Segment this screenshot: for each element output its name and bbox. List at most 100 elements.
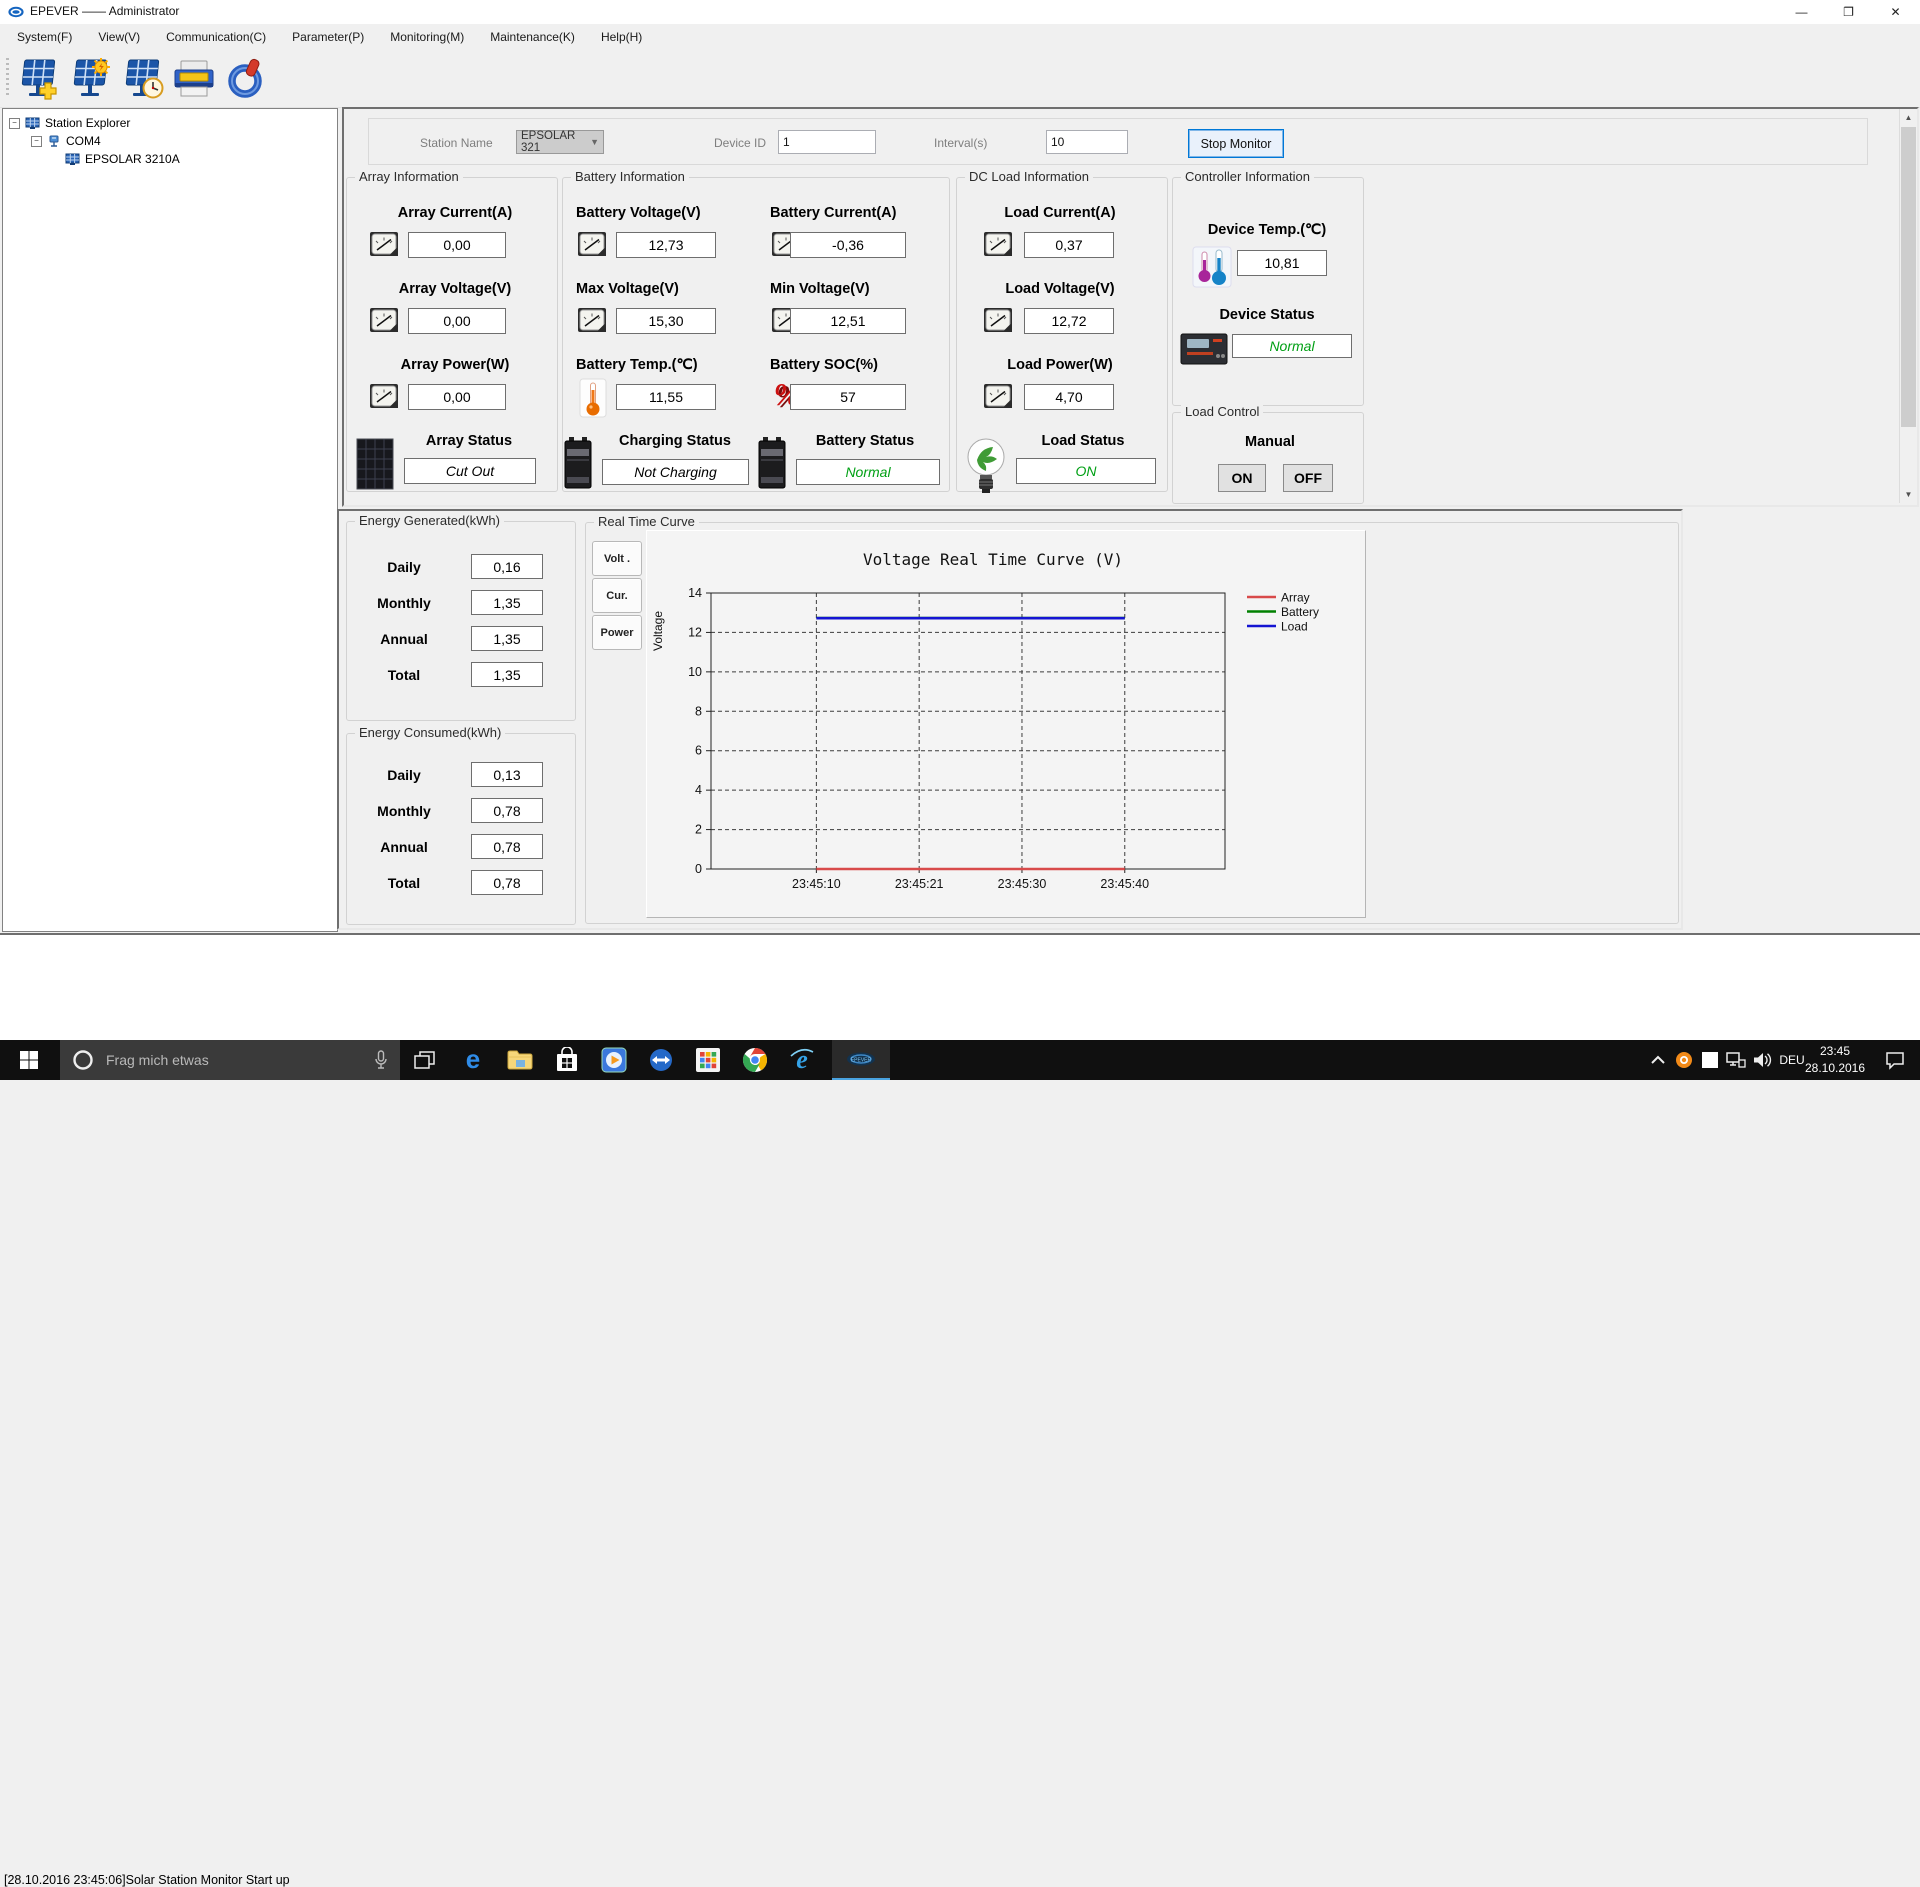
add-station-icon: [16, 58, 60, 100]
meter-icon: [368, 380, 400, 412]
start-button[interactable]: [0, 1040, 58, 1080]
power-button[interactable]: [220, 54, 272, 104]
svg-text:6: 6: [695, 744, 702, 758]
status-log-panel: [28.10.2016 23:45:06]Solar Station Monit…: [0, 933, 1920, 1887]
tray-app-white[interactable]: [1697, 1040, 1723, 1080]
search-input[interactable]: [104, 1051, 338, 1069]
menu-help[interactable]: Help(H): [588, 24, 655, 50]
taskbar-teamviewer[interactable]: [640, 1040, 682, 1080]
battery-voltage-value: 12,73: [616, 232, 716, 258]
load-voltage-value: 12,72: [1024, 308, 1114, 334]
printer-icon: [171, 59, 217, 99]
con-monthly-value: 0,78: [471, 798, 543, 823]
station-name-select[interactable]: EPSOLAR 321 ▼: [516, 130, 604, 154]
battery-soc-label: Battery SOC(%): [770, 357, 878, 373]
gen-annual-label: Annual: [380, 631, 428, 647]
tab-current[interactable]: Cur.: [592, 578, 642, 613]
load-current-value: 0,37: [1024, 232, 1114, 258]
battery-status-label: Battery Status: [815, 433, 915, 449]
taskbar-chrome[interactable]: [734, 1040, 776, 1080]
tree-label-epsolar[interactable]: EPSOLAR 3210A: [85, 152, 180, 166]
toolbar-gripper: [6, 58, 9, 98]
tab-power[interactable]: Power: [592, 615, 642, 650]
menu-view[interactable]: View(V): [85, 24, 153, 50]
tray-clock[interactable]: 23:45 28.10.2016: [1800, 1043, 1870, 1077]
taskbar-edge[interactable]: e: [452, 1040, 494, 1080]
collapse-icon[interactable]: −: [9, 117, 20, 129]
tray-volume[interactable]: [1749, 1040, 1775, 1080]
solar-panel-icon: [25, 117, 40, 130]
add-station-button[interactable]: [12, 54, 64, 104]
battery-icon: [756, 436, 788, 490]
svg-text:12: 12: [688, 625, 702, 639]
bulb-icon: [963, 436, 1009, 494]
tree-node-com4[interactable]: − COM4: [31, 133, 101, 149]
con-monthly-label: Monthly: [377, 803, 431, 819]
taskbar-search[interactable]: [60, 1040, 400, 1080]
print-button[interactable]: [168, 54, 220, 104]
controller-device-icon: [1180, 332, 1228, 366]
taskbar-media-player[interactable]: [593, 1040, 635, 1080]
taskbar-explorer[interactable]: [499, 1040, 541, 1080]
menu-parameter[interactable]: Parameter(P): [279, 24, 377, 50]
tray-date: 28.10.2016: [1804, 1061, 1866, 1075]
tray-time: 23:45: [1819, 1044, 1851, 1058]
action-center-button[interactable]: [1878, 1040, 1912, 1080]
tree-node-epsolar[interactable]: EPSOLAR 3210A: [65, 151, 180, 167]
scroll-up-icon[interactable]: ▲: [1900, 109, 1917, 126]
tray-app-orange[interactable]: [1671, 1040, 1697, 1080]
tree-label-com4[interactable]: COM4: [66, 134, 101, 148]
array-current-value: 0,00: [408, 232, 506, 258]
group-title: Controller Information: [1181, 169, 1314, 184]
stop-monitor-button[interactable]: Stop Monitor: [1188, 129, 1284, 158]
battery-temp-label: Battery Temp.(℃): [576, 357, 698, 373]
window-title: EPEVER —— Administrator: [30, 4, 180, 18]
minimize-button[interactable]: —: [1779, 0, 1824, 24]
con-total-value: 0,78: [471, 870, 543, 895]
scrollbar-thumb[interactable]: [1901, 127, 1916, 427]
tree-node-station-explorer[interactable]: − Station Explorer: [9, 115, 130, 131]
load-status-value: ON: [1016, 458, 1156, 484]
menu-communication[interactable]: Communication(C): [153, 24, 279, 50]
taskbar-app-grid[interactable]: [687, 1040, 729, 1080]
charging-status-label: Charging Status: [619, 433, 731, 449]
con-annual-label: Annual: [380, 839, 428, 855]
gen-daily-value: 0,16: [471, 554, 543, 579]
gen-monthly-value: 1,35: [471, 590, 543, 615]
tray-network[interactable]: [1723, 1040, 1749, 1080]
load-off-button[interactable]: OFF: [1283, 464, 1333, 492]
taskbar-epever-active[interactable]: EPEVER: [832, 1040, 890, 1080]
scrollbar[interactable]: ▲ ▼: [1899, 109, 1917, 503]
device-id-input[interactable]: [778, 130, 876, 154]
station-monitor-button[interactable]: [64, 54, 116, 104]
svg-text:14: 14: [688, 586, 702, 600]
svg-text:23:45:30: 23:45:30: [998, 877, 1047, 891]
restore-button[interactable]: ❐: [1826, 0, 1871, 24]
menu-monitoring[interactable]: Monitoring(M): [377, 24, 477, 50]
tree-label-station-explorer[interactable]: Station Explorer: [45, 116, 130, 130]
load-on-button[interactable]: ON: [1218, 464, 1266, 492]
svg-text:Load: Load: [1281, 620, 1308, 634]
taskbar-store[interactable]: [546, 1040, 588, 1080]
taskbar-ie[interactable]: e: [781, 1040, 823, 1080]
solar-panel-dark-icon: [355, 438, 395, 490]
microphone-icon[interactable]: [374, 1050, 388, 1070]
tab-voltage[interactable]: Volt .: [592, 541, 642, 576]
station-history-button[interactable]: [116, 54, 168, 104]
interval-input[interactable]: [1046, 130, 1128, 154]
svg-text:10: 10: [688, 665, 702, 679]
tray-chevron[interactable]: [1645, 1040, 1671, 1080]
task-view-button[interactable]: [405, 1040, 445, 1080]
collapse-icon[interactable]: −: [31, 135, 42, 147]
meter-icon: [982, 304, 1014, 336]
chrome-icon: [742, 1047, 768, 1073]
meter-icon: [368, 228, 400, 260]
menu-system[interactable]: System(F): [4, 24, 85, 50]
menu-maintenance[interactable]: Maintenance(K): [477, 24, 588, 50]
scroll-down-icon[interactable]: ▼: [1900, 486, 1917, 503]
close-button[interactable]: ✕: [1873, 0, 1918, 24]
battery-current-label: Battery Current(A): [770, 205, 897, 221]
group-title: Real Time Curve: [594, 514, 699, 529]
interval-label: Interval(s): [934, 136, 988, 150]
menubar: System(F) View(V) Communication(C) Param…: [0, 24, 1920, 50]
